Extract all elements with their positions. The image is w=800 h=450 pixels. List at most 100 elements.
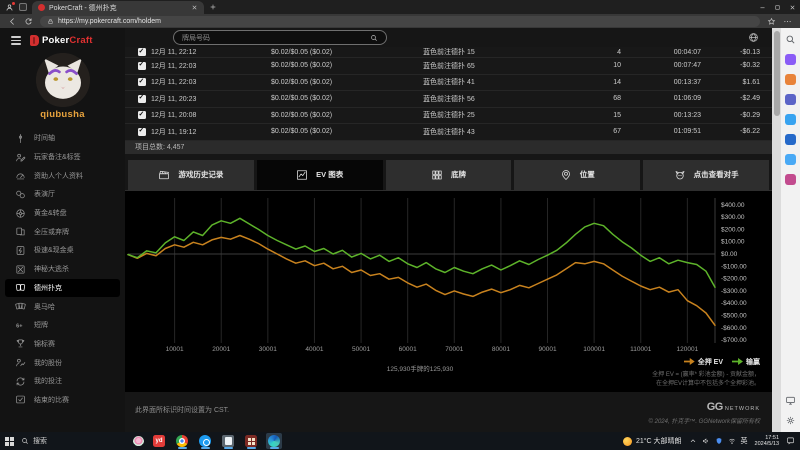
- network-icon[interactable]: [728, 437, 736, 445]
- taskbar-search[interactable]: 搜索: [21, 436, 126, 446]
- sidebar-item-short-deck[interactable]: 6+短牌: [0, 316, 125, 335]
- security-shield-icon[interactable]: [715, 437, 723, 445]
- weather-widget[interactable]: 21°C 大部晴朗: [623, 436, 682, 446]
- sidebar-item-mystery-battle-royale[interactable]: 神秘大逃杀: [0, 260, 125, 279]
- hand-number-search-input[interactable]: 牌局号码: [173, 30, 387, 45]
- sidebar-item-my-shares[interactable]: 我的股份: [0, 353, 125, 372]
- edge-app-icon[interactable]: [266, 433, 282, 449]
- tab-hole-cards[interactable]: 底牌: [386, 160, 512, 190]
- avatar[interactable]: [36, 53, 90, 107]
- table-row[interactable]: 12月 11, 22:12$0.02/$0.05 ($0.02)蓝色前注德扑 1…: [125, 47, 772, 58]
- sidebar-item-sponsor-profile[interactable]: 资助人个人资料: [0, 166, 125, 185]
- sidebar-item-holdem[interactable]: 德州扑克: [5, 279, 120, 298]
- sidebar-item-finished-games[interactable]: 结束的比赛: [0, 391, 125, 410]
- sidebar-item-timeline[interactable]: 时间轴: [0, 129, 125, 148]
- legend-item-winnings[interactable]: 输赢: [732, 357, 760, 367]
- my-staking-icon: [15, 376, 26, 387]
- sidebar-item-label: 资助人个人资料: [34, 171, 83, 181]
- sidebar-item-showroom[interactable]: 表演厅: [0, 185, 125, 204]
- row-checkbox[interactable]: [138, 95, 146, 103]
- x-tick-label: 20001: [212, 346, 230, 353]
- image-creator-icon[interactable]: [785, 114, 796, 125]
- screenshot-tool-icon[interactable]: [785, 395, 796, 406]
- y-tick-label: -$300.00: [721, 287, 747, 294]
- minimize-icon[interactable]: [759, 4, 766, 11]
- games-icon[interactable]: [785, 174, 796, 185]
- sidebar-item-gold-wheel[interactable]: 黄金&转盘: [0, 204, 125, 223]
- tray-chevron-up-icon[interactable]: [689, 437, 697, 445]
- favorites-star-icon[interactable]: [767, 17, 776, 26]
- logo-craft: Craft: [69, 35, 92, 46]
- scrollbar-thumb[interactable]: [774, 31, 780, 116]
- row-table-name: 蓝色前注德扑 65: [415, 61, 565, 71]
- notification-center-icon[interactable]: [786, 432, 795, 450]
- tab-ev-chart[interactable]: EV 图表: [257, 160, 383, 190]
- back-icon[interactable]: [8, 17, 17, 26]
- start-button[interactable]: [5, 437, 14, 446]
- table-row[interactable]: 12月 11, 20:23$0.02/$0.05 ($0.02)蓝色前注德扑 5…: [125, 91, 772, 108]
- row-checkbox[interactable]: [138, 78, 146, 86]
- table-row[interactable]: 12月 11, 20:08$0.02/$0.05 ($0.02)蓝色前注德扑 2…: [125, 108, 772, 125]
- tab-close-icon[interactable]: [191, 4, 198, 11]
- shopping-icon[interactable]: [785, 74, 796, 85]
- legend-item-allin-ev[interactable]: 全押 EV: [684, 357, 723, 367]
- cat-avatar-image: [36, 53, 90, 107]
- sidebar-item-omaha[interactable]: 奥马哈: [0, 297, 125, 316]
- browser-profile-icon[interactable]: [5, 3, 14, 12]
- sidebar-item-player-notes[interactable]: 玩家备注&标签: [0, 148, 125, 167]
- game-launcher-app-icon[interactable]: [243, 433, 259, 449]
- taskbar-clock[interactable]: 17:51 2024/5/13: [755, 435, 779, 448]
- row-checkbox[interactable]: [138, 128, 146, 136]
- sidebar: PokerCraft qiubusha 时间轴玩家备注&标签: [0, 28, 125, 432]
- screen: PokerCraft - 德州扑克 https://my.pokercraft.…: [0, 0, 800, 450]
- tab-label: 游戏历史记录: [178, 169, 223, 180]
- tab-label: 点击查看对手: [694, 169, 739, 180]
- tab-game-history[interactable]: 游戏历史记录: [128, 160, 254, 190]
- sidebar-settings-gear-icon[interactable]: [785, 415, 796, 426]
- person-icon: [5, 3, 14, 12]
- outlook-icon[interactable]: [785, 134, 796, 145]
- address-bar[interactable]: https://my.pokercraft.com/holdem: [40, 16, 760, 27]
- tab-position[interactable]: 位置: [514, 160, 640, 190]
- sidebar-item-my-staking[interactable]: 我的投注: [0, 372, 125, 391]
- sidebar-search-icon[interactable]: [785, 34, 796, 45]
- close-icon[interactable]: [789, 4, 796, 11]
- browser-tab-strip: PokerCraft - 德州扑克: [0, 0, 800, 14]
- row-checkbox[interactable]: [138, 62, 146, 70]
- new-tab-button[interactable]: [209, 3, 217, 11]
- copilot-icon[interactable]: [785, 54, 796, 65]
- language-globe-icon[interactable]: [748, 32, 759, 43]
- row-checkbox[interactable]: [138, 111, 146, 119]
- table-row[interactable]: 12月 11, 19:12$0.02/$0.05 ($0.02)蓝色前注德扑 4…: [125, 124, 772, 141]
- workspace-icon[interactable]: [19, 3, 27, 11]
- legend-marker: [732, 358, 743, 365]
- row-checkbox[interactable]: [138, 48, 146, 56]
- teams-icon[interactable]: [785, 94, 796, 105]
- volume-icon[interactable]: [702, 437, 710, 445]
- row-date: 12月 11, 19:12: [151, 127, 263, 137]
- ime-indicator[interactable]: 英: [741, 436, 748, 446]
- sidebar-item-tournaments[interactable]: 锦标赛: [0, 335, 125, 354]
- pokercraft-logo[interactable]: PokerCraft: [30, 35, 93, 46]
- browser-menu-icon[interactable]: [783, 17, 792, 26]
- page-scrollbar[interactable]: [772, 28, 781, 432]
- table-row[interactable]: 12月 11, 22:03$0.02/$0.05 ($0.02)蓝色前注德扑 6…: [125, 58, 772, 75]
- x-tick-label: 110001: [630, 346, 652, 353]
- hamburger-menu-icon[interactable]: [11, 36, 21, 45]
- widgets-weather-icon[interactable]: [133, 436, 144, 447]
- chrome-app-icon[interactable]: [174, 433, 190, 449]
- maximize-icon[interactable]: [774, 4, 781, 11]
- row-date: 12月 11, 20:23: [151, 94, 263, 104]
- table-row[interactable]: 12月 11, 22:03$0.02/$0.05 ($0.02)蓝色前注德扑 4…: [125, 75, 772, 92]
- files-app-icon[interactable]: [220, 433, 236, 449]
- drop-icon[interactable]: [785, 154, 796, 165]
- pokercraft-app: PokerCraft qiubusha 时间轴玩家备注&标签: [0, 28, 800, 432]
- refresh-icon[interactable]: [24, 17, 33, 26]
- browser-tab[interactable]: PokerCraft - 德州扑克: [32, 1, 204, 14]
- messenger-app-icon[interactable]: [197, 433, 213, 449]
- sidebar-item-rush-and-cash[interactable]: 极速&现金桌: [0, 241, 125, 260]
- row-hands: 14: [565, 79, 621, 86]
- tab-opponents[interactable]: 点击查看对手: [643, 160, 769, 190]
- youdao-app-icon[interactable]: yd: [151, 433, 167, 449]
- sidebar-item-all-in-or-fold[interactable]: 全压或弃牌: [0, 222, 125, 241]
